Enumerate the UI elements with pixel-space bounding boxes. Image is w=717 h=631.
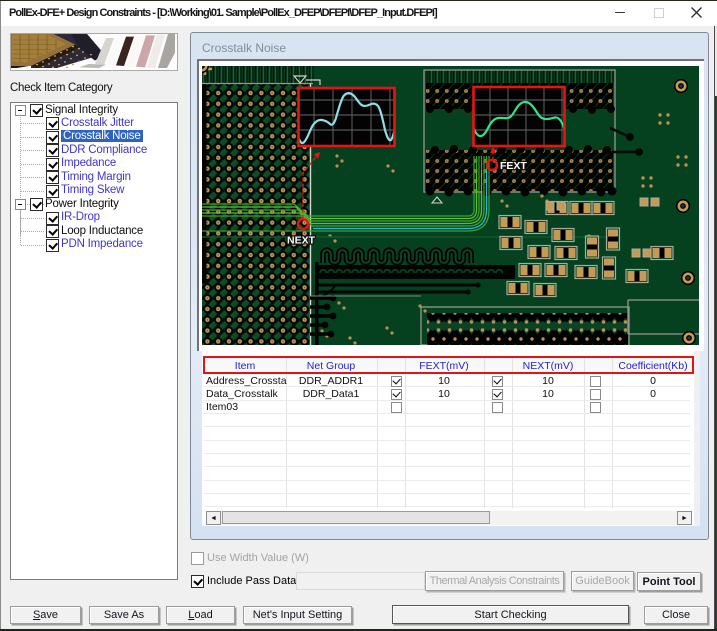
- svg-text:NEXT: NEXT: [287, 235, 316, 247]
- svg-text:FEXT: FEXT: [500, 160, 527, 172]
